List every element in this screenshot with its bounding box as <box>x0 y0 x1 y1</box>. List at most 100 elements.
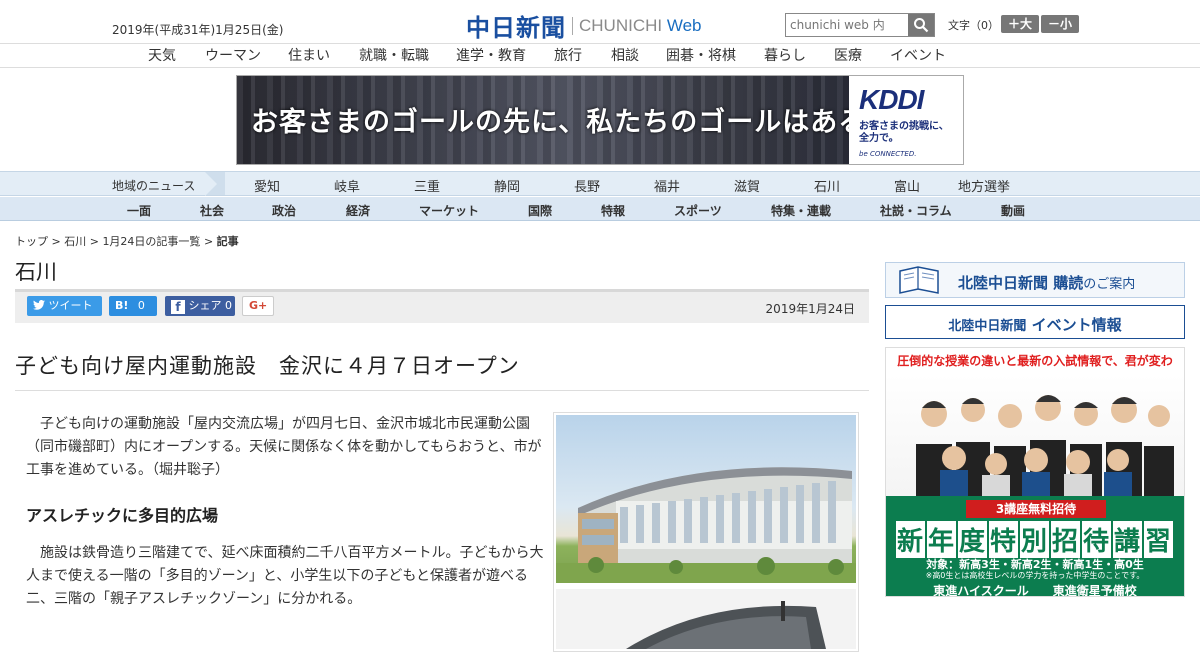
facility-interior-image <box>556 589 856 649</box>
article-photo[interactable] <box>553 412 859 652</box>
breadcrumb-separator: > <box>51 235 61 248</box>
category-nav: 一面 社会 政治 経済 マーケット 国際 特報 スポーツ 特集・連載 社説・コラ… <box>0 197 1200 221</box>
ad-copy: お客さまのゴールの先に、私たちのゴールはある。 <box>251 107 895 138</box>
toshin-ad-school: 東進ハイスクール 東進衛星予備校 <box>933 584 1137 597</box>
logo-divider <box>572 16 573 35</box>
region-nav-label: 地域のニュース <box>112 179 196 193</box>
category-nav-item[interactable]: マーケット <box>419 202 479 219</box>
event-info-banner[interactable]: 北陸中日新聞 イベント情報 <box>885 305 1185 339</box>
category-nav-item[interactable]: 特集・連載 <box>771 202 831 219</box>
twitter-icon <box>33 300 45 310</box>
site-logo[interactable]: 中日新聞 CHUNICHI Web <box>466 8 702 43</box>
genre-nav-item[interactable]: 暮らし <box>764 45 806 65</box>
region-nav-item[interactable]: 富山 <box>894 176 920 195</box>
google-plus-button[interactable]: G+ <box>242 296 274 316</box>
toshin-ad-free-label: 3講座無料招待 <box>966 500 1106 518</box>
category-nav-item[interactable]: 社説・コラム <box>880 202 952 219</box>
genre-nav-item[interactable]: 医療 <box>834 45 862 65</box>
genre-nav-item[interactable]: 天気 <box>148 45 176 65</box>
kddi-logo-panel: KDDI お客さまの挑戦に、 全力で。 be CONNECTED. <box>849 76 963 164</box>
kddi-banner-ad[interactable]: お客さまのゴールの先に、私たちのゴールはある。 KDDI お客さまの挑戦に、 全力… <box>236 75 964 165</box>
newspaper-icon <box>899 266 939 294</box>
article-paragraph: 施設は鉄骨造り三階建てで、延べ床面積約二千八百平方メートル。子どもから大人まで使… <box>26 545 544 607</box>
category-nav-item[interactable]: 特報 <box>601 202 625 219</box>
toshin-ad[interactable]: 圧倒的な授業の違いと最新の入試情報で、君が変わる。 <box>885 347 1185 597</box>
genre-nav-item[interactable]: 就職・転職 <box>359 45 429 65</box>
region-nav-item[interactable]: 静岡 <box>494 176 520 195</box>
article-body: 子ども向けの運動施設「屋内交流広場」が四月七日、金沢市城北市民運動公園（同市磯部… <box>26 413 546 611</box>
region-nav-item[interactable]: 三重 <box>414 176 440 195</box>
interior-illustration <box>626 601 826 649</box>
category-nav-item[interactable]: 国際 <box>528 202 552 219</box>
site-search <box>785 13 935 37</box>
genre-nav-item[interactable]: 囲碁・将棋 <box>666 45 736 65</box>
breadcrumb-region[interactable]: 石川 <box>64 235 86 248</box>
region-nav-item[interactable]: 地方選挙 <box>958 176 1010 195</box>
region-nav-arrow <box>205 172 217 196</box>
region-nav-item[interactable]: 滋賀 <box>734 176 760 195</box>
toshin-ad-note: ※高0生とは高校生レベルの学力を持った中学生のことです。 <box>925 571 1145 580</box>
genre-nav-item[interactable]: 相談 <box>611 45 639 65</box>
headline-divider <box>15 390 869 391</box>
genre-nav-item[interactable]: イベント <box>890 45 946 65</box>
event-info-text: 北陸中日新聞 イベント情報 <box>948 316 1122 334</box>
category-nav-item[interactable]: 社会 <box>200 202 224 219</box>
logo-ja: 中日新聞 <box>466 13 566 42</box>
toshin-ad-teachers-photo <box>886 374 1184 496</box>
region-nav-item[interactable]: 長野 <box>574 176 600 195</box>
header-date: 2019年(平成31年)1月25日(金) <box>112 23 284 37</box>
region-nav-item[interactable]: 福井 <box>654 176 680 195</box>
facility-rendering-image <box>556 415 856 583</box>
toshin-ad-title: 新年度特別招待講習 <box>896 521 1175 558</box>
font-size-label: 文字（0） <box>948 19 999 32</box>
hatena-icon: B! <box>115 299 129 312</box>
hatena-count: 0 <box>137 299 145 312</box>
facebook-share-label: シェア <box>188 299 222 312</box>
logo-en: CHUNICHI Web <box>579 15 702 35</box>
facebook-share-button[interactable]: f シェア 0 <box>165 296 235 316</box>
category-nav-item[interactable]: 動画 <box>1001 202 1025 219</box>
genre-nav-item[interactable]: 進学・教育 <box>456 45 526 65</box>
toshin-ad-headline: 圧倒的な授業の違いと最新の入試情報で、君が変わる。 <box>897 354 1173 394</box>
site-header: 2019年(平成31年)1月25日(金) 中日新聞 CHUNICHI Web 文… <box>0 0 1200 44</box>
ad-tagline-en: be CONNECTED. <box>859 150 917 158</box>
search-icon <box>914 18 929 33</box>
ad-tagline: お客さまの挑戦に、 全力で。 <box>859 121 949 144</box>
breadcrumb-list[interactable]: 1月24日の記事一覧 <box>102 235 200 248</box>
subscribe-banner[interactable]: 北陸中日新聞 購読のご案内 <box>885 262 1185 298</box>
article-subhead: アスレチックに多目的広場 <box>26 506 219 525</box>
genre-nav-item[interactable]: ウーマン <box>205 45 261 65</box>
genre-nav-item[interactable]: 旅行 <box>554 45 582 65</box>
region-nav-item[interactable]: 石川 <box>814 176 840 195</box>
kddi-logo: KDDI <box>859 84 924 115</box>
breadcrumb-top[interactable]: トップ <box>15 235 48 248</box>
category-nav-item[interactable]: スポーツ <box>674 202 722 219</box>
share-bar: ツイート B! 0 f シェア 0 G+ 2019年1月24日 <box>15 289 869 323</box>
region-nav-item[interactable]: 岐阜 <box>334 176 360 195</box>
genre-nav-item[interactable]: 住まい <box>288 45 330 65</box>
region-nav: 地域のニュース 愛知 岐阜 三重 静岡 長野 福井 滋賀 石川 富山 地方選挙 <box>0 171 1200 196</box>
genre-nav: 天気 ウーマン 住まい 就職・転職 進学・教育 旅行 相談 囲碁・将棋 暮らし … <box>0 45 1200 68</box>
article-date: 2019年1月24日 <box>765 302 855 316</box>
article-lead: 子ども向けの運動施設「屋内交流広場」が四月七日、金沢市城北市民運動公園（同市磯部… <box>26 416 542 478</box>
font-size-up-button[interactable]: ＋大 <box>1001 15 1040 33</box>
region-nav-item[interactable]: 愛知 <box>254 176 280 195</box>
tweet-label: ツイート <box>48 299 93 312</box>
subscribe-text: 北陸中日新聞 購読のご案内 <box>958 274 1136 292</box>
search-input[interactable] <box>786 14 908 36</box>
breadcrumb-separator: > <box>203 235 214 248</box>
breadcrumb-current: 記事 <box>216 235 239 248</box>
breadcrumb-separator: > <box>89 235 99 248</box>
category-nav-item[interactable]: 政治 <box>272 202 296 219</box>
breadcrumb: トップ > 石川 > 1月24日の記事一覧 > 記事 <box>15 233 239 249</box>
teachers-illustration <box>916 395 1174 496</box>
building-illustration <box>556 467 856 583</box>
category-nav-item[interactable]: 経済 <box>346 202 370 219</box>
category-nav-item[interactable]: 一面 <box>127 202 151 219</box>
tweet-button[interactable]: ツイート <box>27 296 102 316</box>
facebook-share-count: 0 <box>225 299 232 312</box>
facebook-icon: f <box>171 300 185 314</box>
hatena-bookmark-button[interactable]: B! 0 <box>109 296 157 316</box>
font-size-down-button[interactable]: －小 <box>1041 15 1080 33</box>
search-button[interactable] <box>908 14 934 36</box>
